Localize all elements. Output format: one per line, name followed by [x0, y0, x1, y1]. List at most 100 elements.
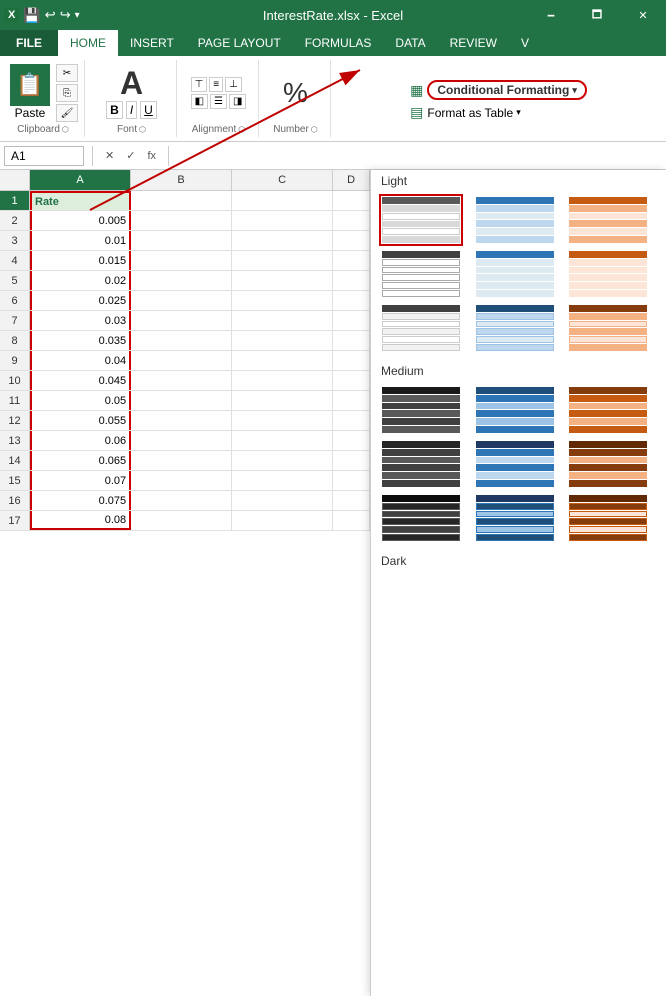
cell-d5[interactable] [333, 271, 370, 290]
cell-d14[interactable] [333, 451, 370, 470]
cell-b11[interactable] [131, 391, 232, 410]
cell-a3[interactable]: 0.01 [30, 231, 131, 250]
style-white-banded[interactable] [379, 194, 463, 246]
customize-icon[interactable]: ▾ [75, 10, 80, 21]
cell-b14[interactable] [131, 451, 232, 470]
cell-a5[interactable]: 0.02 [30, 271, 131, 290]
style-orange-medium-2[interactable] [566, 438, 650, 490]
undo-icon[interactable]: ↩ [45, 7, 56, 23]
font-expand-icon[interactable]: ⬡ [139, 125, 146, 134]
cell-c17[interactable] [232, 511, 333, 530]
align-top-icon[interactable]: ⊤ [191, 77, 208, 92]
cell-c7[interactable] [232, 311, 333, 330]
cell-a8[interactable]: 0.035 [30, 331, 131, 350]
style-white-3[interactable] [379, 302, 463, 354]
tab-review[interactable]: REVIEW [438, 30, 509, 56]
cell-b1[interactable] [131, 191, 232, 210]
cell-d12[interactable] [333, 411, 370, 430]
cell-a10[interactable]: 0.045 [30, 371, 131, 390]
conditional-formatting-button[interactable]: Conditional Formatting ▾ [427, 80, 587, 100]
cell-a4[interactable]: 0.015 [30, 251, 131, 270]
cell-b7[interactable] [131, 311, 232, 330]
cell-b16[interactable] [131, 491, 232, 510]
tab-formulas[interactable]: FORMULAS [293, 30, 384, 56]
tab-data[interactable]: DATA [383, 30, 437, 56]
cell-c9[interactable] [232, 351, 333, 370]
cell-c13[interactable] [232, 431, 333, 450]
cell-a16[interactable]: 0.075 [30, 491, 131, 510]
cell-d3[interactable] [333, 231, 370, 250]
formula-confirm-icon[interactable]: ✓ [122, 147, 139, 164]
cell-c3[interactable] [232, 231, 333, 250]
cell-a9[interactable]: 0.04 [30, 351, 131, 370]
cell-c14[interactable] [232, 451, 333, 470]
copy-button[interactable]: ⎘ [56, 84, 78, 102]
paste-button[interactable]: 📋 Paste [8, 62, 52, 122]
cell-a6[interactable]: 0.025 [30, 291, 131, 310]
redo-icon[interactable]: ↪ [60, 7, 71, 23]
style-dark-2[interactable] [379, 438, 463, 490]
align-center-icon[interactable]: ☰ [210, 94, 227, 109]
cell-c16[interactable] [232, 491, 333, 510]
cell-b12[interactable] [131, 411, 232, 430]
minimize-button[interactable]: 🗕 [528, 0, 574, 30]
cell-b9[interactable] [131, 351, 232, 370]
cell-c4[interactable] [232, 251, 333, 270]
cell-d6[interactable] [333, 291, 370, 310]
tab-page-layout[interactable]: PAGE LAYOUT [186, 30, 293, 56]
style-blue-3[interactable] [473, 302, 557, 354]
bold-button[interactable]: B [106, 101, 123, 119]
col-header-c[interactable]: C [232, 170, 333, 190]
format-as-table-button[interactable]: Format as Table ▾ [427, 106, 520, 120]
cell-a14[interactable]: 0.065 [30, 451, 131, 470]
cell-a13[interactable]: 0.06 [30, 431, 131, 450]
style-orange-medium[interactable] [566, 384, 650, 436]
tab-insert[interactable]: INSERT [118, 30, 186, 56]
cell-d9[interactable] [333, 351, 370, 370]
cell-c1[interactable] [232, 191, 333, 210]
col-header-b[interactable]: B [131, 170, 232, 190]
cell-c15[interactable] [232, 471, 333, 490]
cell-b5[interactable] [131, 271, 232, 290]
cell-d15[interactable] [333, 471, 370, 490]
cell-d4[interactable] [333, 251, 370, 270]
tab-view[interactable]: V [509, 30, 541, 56]
style-orange-2[interactable] [566, 248, 650, 300]
underline-button[interactable]: U [140, 101, 157, 119]
cell-b3[interactable] [131, 231, 232, 250]
cell-a1[interactable]: Rate [30, 191, 131, 210]
style-orange-3[interactable] [566, 302, 650, 354]
name-box[interactable] [4, 146, 84, 166]
cell-b17[interactable] [131, 511, 232, 530]
close-button[interactable]: ✕ [620, 0, 666, 30]
cell-b6[interactable] [131, 291, 232, 310]
style-blue-2[interactable] [473, 248, 557, 300]
cell-c11[interactable] [232, 391, 333, 410]
tab-file[interactable]: FILE [0, 30, 58, 56]
cell-c6[interactable] [232, 291, 333, 310]
cell-c10[interactable] [232, 371, 333, 390]
cell-b13[interactable] [131, 431, 232, 450]
cell-a2[interactable]: 0.005 [30, 211, 131, 230]
save-icon[interactable]: 💾 [23, 7, 40, 24]
cell-d1[interactable] [333, 191, 370, 210]
style-white-2[interactable] [379, 248, 463, 300]
cell-b8[interactable] [131, 331, 232, 350]
cell-a12[interactable]: 0.055 [30, 411, 131, 430]
style-orange-light[interactable] [566, 194, 650, 246]
align-bottom-icon[interactable]: ⊥ [225, 77, 242, 92]
cell-c8[interactable] [232, 331, 333, 350]
maximize-button[interactable]: 🗖 [574, 0, 620, 30]
cell-a17[interactable]: 0.08 [30, 511, 131, 530]
cell-d7[interactable] [333, 311, 370, 330]
cell-b10[interactable] [131, 371, 232, 390]
clipboard-expand-icon[interactable]: ⬡ [62, 125, 69, 134]
tab-home[interactable]: HOME [58, 30, 118, 56]
format-painter-button[interactable]: 🖌 [56, 104, 78, 122]
cell-a15[interactable]: 0.07 [30, 471, 131, 490]
italic-button[interactable]: I [126, 101, 137, 119]
cell-c12[interactable] [232, 411, 333, 430]
cell-d13[interactable] [333, 431, 370, 450]
cell-c5[interactable] [232, 271, 333, 290]
cell-c2[interactable] [232, 211, 333, 230]
